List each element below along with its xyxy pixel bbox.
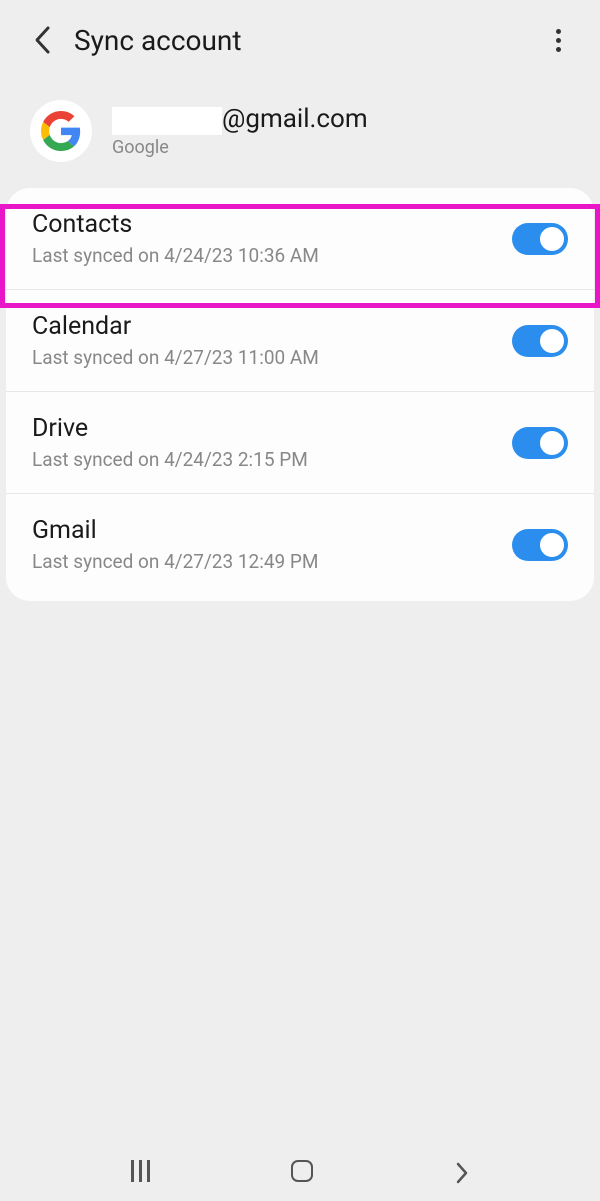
contacts-toggle[interactable] [512, 223, 568, 255]
chevron-left-icon [33, 25, 51, 55]
drive-toggle[interactable] [512, 427, 568, 459]
account-info-row: @gmail.com Google [0, 80, 600, 182]
chevron-left-icon [455, 1161, 469, 1185]
page-title: Sync account [74, 24, 540, 57]
app-header: Sync account [0, 0, 600, 80]
nav-recents-button[interactable] [131, 1160, 150, 1182]
sync-item-gmail[interactable]: Gmail Last synced on 4/27/23 12:49 PM [6, 494, 594, 601]
account-provider: Google [112, 137, 368, 158]
back-button[interactable] [24, 22, 60, 58]
sync-item-subtitle: Last synced on 4/27/23 12:49 PM [32, 550, 512, 573]
sync-item-title: Gmail [32, 516, 512, 545]
sync-list-card: Contacts Last synced on 4/24/23 10:36 AM… [6, 188, 594, 601]
sync-item-title: Contacts [32, 210, 512, 239]
sync-item-subtitle: Last synced on 4/24/23 10:36 AM [32, 244, 512, 267]
google-logo-icon [30, 100, 92, 162]
sync-item-calendar[interactable]: Calendar Last synced on 4/27/23 11:00 AM [6, 290, 594, 392]
sync-item-contacts[interactable]: Contacts Last synced on 4/24/23 10:36 AM [6, 188, 594, 290]
system-nav-bar [0, 1141, 600, 1201]
more-vertical-icon [556, 29, 561, 52]
sync-item-drive[interactable]: Drive Last synced on 4/24/23 2:15 PM [6, 392, 594, 494]
sync-item-subtitle: Last synced on 4/27/23 11:00 AM [32, 346, 512, 369]
more-options-button[interactable] [540, 22, 576, 58]
sync-item-title: Drive [32, 414, 512, 443]
gmail-toggle[interactable] [512, 529, 568, 561]
redacted-email-prefix [112, 107, 222, 135]
nav-back-button[interactable] [455, 1157, 469, 1185]
sync-item-subtitle: Last synced on 4/24/23 2:15 PM [32, 448, 512, 471]
sync-item-title: Calendar [32, 312, 512, 341]
nav-home-button[interactable] [291, 1160, 313, 1182]
account-email: @gmail.com [112, 104, 368, 134]
calendar-toggle[interactable] [512, 325, 568, 357]
